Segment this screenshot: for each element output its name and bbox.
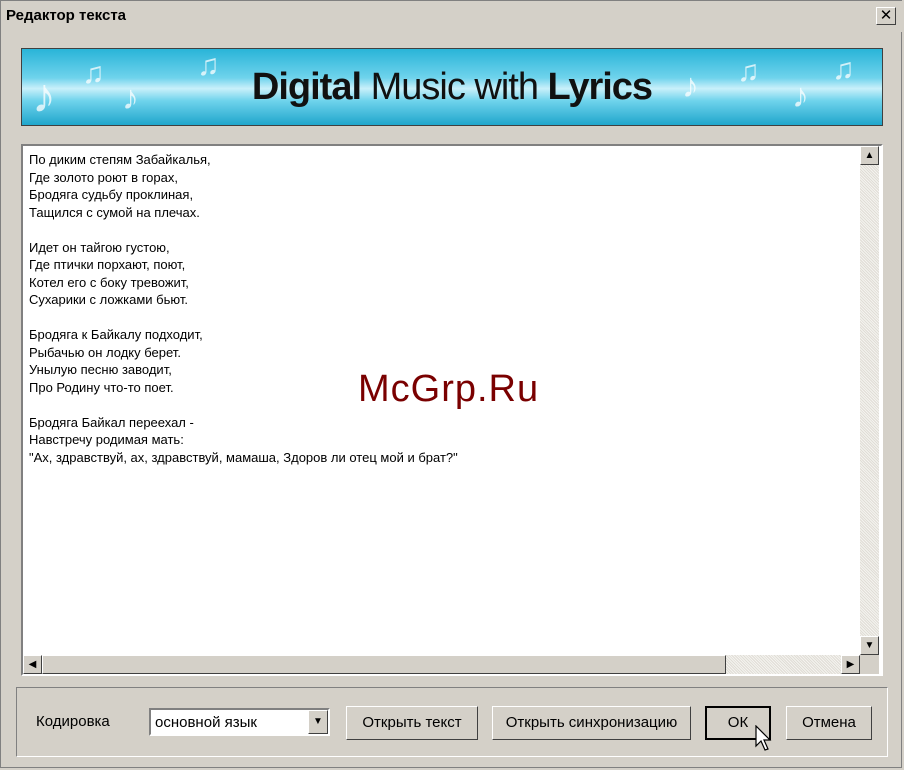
window-title: Редактор текста — [6, 7, 127, 24]
close-button[interactable]: ✕ — [876, 7, 896, 25]
banner-title-regular: Music with — [361, 66, 548, 108]
lyrics-line: Тащился с сумой на плечах. — [29, 204, 200, 220]
encoding-select[interactable]: основной язык ▼ — [149, 708, 330, 736]
horizontal-scrollbar[interactable]: ◀ ▶ — [23, 655, 860, 674]
close-icon: ✕ — [879, 7, 893, 24]
lyrics-text-area[interactable]: По диким степям Забайкалья, Где золото ро… — [21, 144, 883, 676]
lyrics-line — [29, 221, 458, 239]
lyrics-line: Бродяга судьбу проклиная, — [29, 187, 194, 202]
scrollbar-corner — [860, 655, 879, 674]
banner-title: Digital Music with Lyrics — [22, 66, 882, 109]
open-sync-button[interactable]: Открыть синхронизацию — [492, 706, 691, 740]
mouse-pointer-icon — [755, 725, 772, 751]
open-text-button[interactable]: Открыть текст — [346, 706, 478, 740]
lyrics-line: Бродяга к Байкалу подходит, — [29, 327, 203, 342]
arrow-up-icon: ▲ — [864, 150, 875, 161]
lyrics-line: "Ах, здравствуй, ах, здравствуй, мамаша,… — [29, 449, 458, 465]
scroll-left-button[interactable]: ◀ — [23, 655, 42, 674]
vertical-scrollbar[interactable]: ▲ ▼ — [860, 146, 879, 656]
text-editor-window: Редактор текста ✕ ♪ ♫ ♪ ♫ ♪ ♫ ♪ ♫ Digita… — [0, 0, 903, 768]
lyrics-line: Идет он тайгою густою, — [29, 239, 170, 255]
lyrics-line: Бродяга Байкал переехал - — [29, 414, 194, 430]
arrow-right-icon: ▶ — [846, 659, 855, 670]
cancel-button[interactable]: Отмена — [786, 706, 872, 740]
scroll-down-button[interactable]: ▼ — [860, 636, 879, 655]
banner-title-bold-1: Digital — [251, 66, 362, 108]
lyrics-line: По диким степям Забайкалья, — [29, 152, 211, 167]
banner-title-bold-2: Lyrics — [547, 66, 654, 108]
lyrics-line: Где золото роют в горах, — [29, 169, 178, 185]
lyrics-line: Где птички порхают, поют, — [29, 257, 186, 272]
lyrics-line: Сухарики с ложками бьют. — [29, 292, 188, 307]
title-bar[interactable]: Редактор текста ✕ — [1, 1, 903, 32]
encoding-label: Кодировка — [36, 713, 110, 730]
watermark: McGrp.Ru — [358, 368, 540, 410]
lyrics-line: Котел его с боку тревожит, — [29, 274, 189, 290]
banner: ♪ ♫ ♪ ♫ ♪ ♫ ♪ ♫ Digital Music with Lyric… — [21, 48, 883, 126]
arrow-down-icon: ▼ — [864, 640, 875, 651]
lyrics-line: Навстречу родимая мать: — [29, 432, 184, 447]
encoding-select-value: основной язык — [155, 714, 257, 731]
scroll-right-button[interactable]: ▶ — [841, 655, 860, 674]
lyrics-line — [29, 309, 458, 327]
dropdown-arrow-icon[interactable]: ▼ — [308, 710, 328, 734]
arrow-left-icon: ◀ — [28, 659, 37, 670]
lyrics-text: По диким степям Забайкалья, Где золото ро… — [29, 151, 458, 466]
horizontal-scroll-thumb[interactable] — [42, 655, 726, 674]
lyrics-line: Рыбачью он лодку берет. — [29, 344, 181, 360]
scroll-up-button[interactable]: ▲ — [860, 146, 879, 165]
